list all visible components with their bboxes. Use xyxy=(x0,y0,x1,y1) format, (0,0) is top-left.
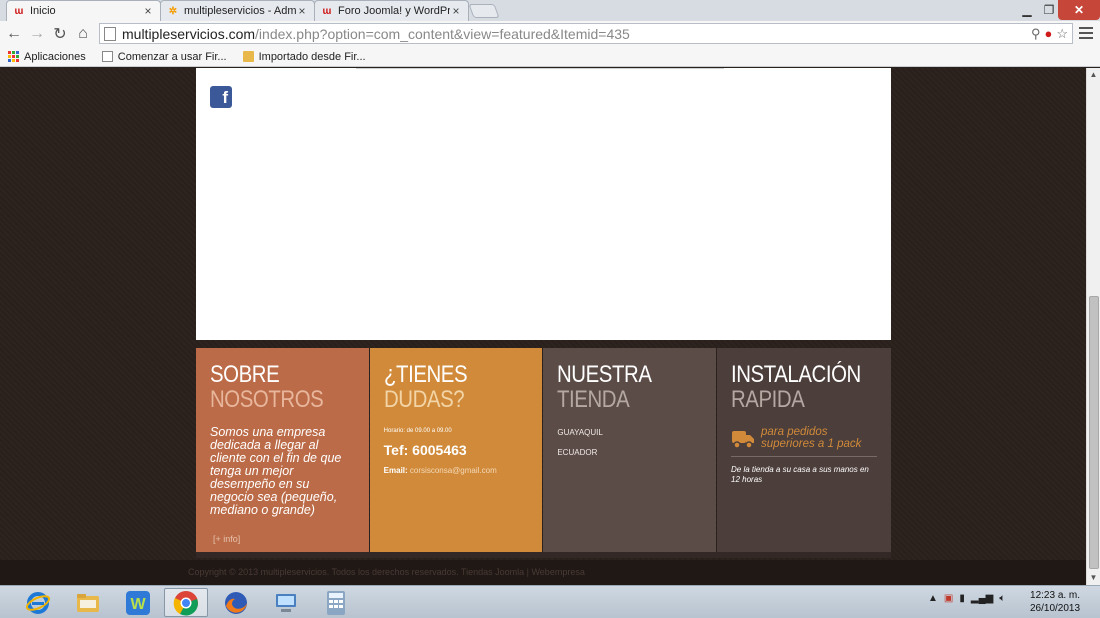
address-bar[interactable]: multipleservicios.com /index.php?option=… xyxy=(99,23,1073,44)
about-box: SOBRE NOSOTROS Somos una empresa dedicad… xyxy=(196,348,369,552)
system-clock[interactable]: 12:23 a. m. 26/10/2013 xyxy=(1030,589,1080,615)
bookmark-label: Comenzar a usar Fir... xyxy=(117,50,227,63)
volume-icon[interactable]: 🔈︎ xyxy=(999,593,1005,604)
file-explorer-icon[interactable] xyxy=(66,588,110,617)
bookmark-importado[interactable]: Importado desde Fir... xyxy=(242,50,366,63)
store-country: ECUADOR xyxy=(557,448,598,457)
system-tray: ▲ ▣ ▮ ▂▄▆ 🔈︎ xyxy=(928,593,1005,604)
tab-strip: ɯ Inicio × ✲ multipleservicios - Admin ×… xyxy=(0,0,1100,21)
install-title: INSTALACIÓN RAPIDA xyxy=(731,361,861,413)
delivery-note: De la tienda a su casa a sus manos en 12… xyxy=(731,465,869,484)
email-label: Email: xyxy=(383,466,408,475)
folder-icon xyxy=(242,51,254,62)
email-line: Email: corsisconsa@gmail.com xyxy=(384,466,529,475)
security-icon[interactable]: ▣ xyxy=(944,593,953,604)
svg-text:W: W xyxy=(130,596,146,613)
bookmark-star-icon[interactable]: ☆ xyxy=(1056,26,1068,42)
bookmark-apps[interactable]: Aplicaciones xyxy=(8,51,86,63)
window-close-icon[interactable]: ✕ xyxy=(1058,0,1100,20)
email-link[interactable]: corsisconsa@gmail.com xyxy=(410,466,497,475)
scroll-down-icon[interactable]: ▼ xyxy=(1087,571,1100,585)
questions-box: ¿TIENES DUDAS? Horario: de 09.00 a 09.00… xyxy=(369,348,543,552)
tab-title: Foro Joomla! y WordPress xyxy=(338,5,450,17)
footer-boxes: SOBRE NOSOTROS Somos una empresa dedicad… xyxy=(196,348,892,552)
url-path: /index.php?option=com_content&view=featu… xyxy=(255,25,630,42)
clock-time: 12:23 a. m. xyxy=(1030,590,1081,601)
page-icon xyxy=(104,26,116,41)
truck-icon xyxy=(732,431,755,449)
apps-grid-icon xyxy=(8,51,19,62)
joomla-favicon-icon: ✲ xyxy=(168,5,178,17)
delivery-row: para pedidos superiores a 1 pack xyxy=(731,426,877,450)
webmatrix-icon[interactable]: W xyxy=(116,588,160,617)
wifi-signal-icon[interactable]: ▂▄▆ xyxy=(971,593,993,604)
footer-shadow xyxy=(196,552,891,558)
main-content-area: f xyxy=(196,68,891,340)
install-box: INSTALACIÓN RAPIDA para pedidos superior… xyxy=(717,348,892,552)
phone-text: Tef: 6005463 xyxy=(383,442,467,458)
store-title: NUESTRA TIENDA xyxy=(557,361,652,413)
store-city: GUAYAQUIL xyxy=(557,428,603,437)
bookmarks-bar: Aplicaciones Comenzar a usar Fir... Impo… xyxy=(0,47,1100,67)
scroll-up-icon[interactable]: ▲ xyxy=(1087,68,1100,82)
tab-title: multipleservicios - Admin xyxy=(184,5,296,17)
divider xyxy=(731,456,878,457)
restore-icon[interactable]: ❐ xyxy=(1038,0,1060,20)
questions-title: ¿TIENES DUDAS? xyxy=(383,361,468,413)
tab-close-icon[interactable]: × xyxy=(296,4,308,18)
tab-close-icon[interactable]: × xyxy=(450,4,462,18)
home-icon[interactable]: ⌂ xyxy=(74,24,92,44)
facebook-icon[interactable]: f xyxy=(210,86,232,108)
reload-icon[interactable]: ↻ xyxy=(51,24,69,44)
menu-icon[interactable] xyxy=(1079,25,1093,41)
bookmark-label: Importado desde Fir... xyxy=(258,50,366,63)
calculator-icon[interactable] xyxy=(314,588,358,617)
more-info-link[interactable]: [+ info] xyxy=(213,534,240,544)
page-scrollbar[interactable]: ▲ ▼ xyxy=(1086,68,1100,585)
tab-inicio[interactable]: ɯ Inicio × xyxy=(6,0,161,21)
copyright-text: Copyright © 2013 multipleservicios. Todo… xyxy=(188,567,585,577)
forward-arrow-icon[interactable]: → xyxy=(28,24,46,44)
clock-date: 26/10/2013 xyxy=(1030,603,1081,614)
tab-favicon-icon: ɯ xyxy=(14,5,24,17)
new-tab-button[interactable] xyxy=(468,4,500,18)
tab-favicon-icon: ɯ xyxy=(322,5,332,17)
tray-expand-icon[interactable]: ▲ xyxy=(928,593,938,604)
hours-text: Horario: de 09.00 a 09.00 xyxy=(383,428,452,434)
copyright-bar: Copyright © 2013 multipleservicios. Todo… xyxy=(0,560,1086,585)
bookmark-comenzar[interactable]: Comenzar a usar Fir... xyxy=(101,50,227,63)
firefox-icon[interactable] xyxy=(214,588,258,617)
tab-close-icon[interactable]: × xyxy=(142,4,154,18)
search-icon[interactable]: ⚲ xyxy=(1031,26,1041,42)
battery-icon[interactable]: ▮ xyxy=(959,593,965,604)
back-arrow-icon[interactable]: ← xyxy=(5,24,23,44)
chrome-icon[interactable] xyxy=(164,588,208,617)
url-host: multipleservicios.com xyxy=(122,25,256,42)
document-icon xyxy=(101,51,113,62)
tab-admin[interactable]: ✲ multipleservicios - Admin × xyxy=(160,0,315,21)
delivery-text: para pedidos superiores a 1 pack xyxy=(761,426,862,450)
internet-explorer-icon[interactable] xyxy=(16,588,60,617)
divider xyxy=(356,68,724,69)
about-title: SOBRE NOSOTROS xyxy=(210,361,324,413)
remote-desktop-icon[interactable] xyxy=(264,588,308,617)
tab-foro[interactable]: ɯ Foro Joomla! y WordPress × xyxy=(314,0,469,21)
browser-toolbar: ← → ↻ ⌂ multipleservicios.com /index.php… xyxy=(0,21,1100,47)
minimize-icon[interactable]: ▁ xyxy=(1016,0,1038,20)
extension-icon[interactable]: ● xyxy=(1044,26,1052,42)
taskbar: W ▲ ▣ ▮ ▂▄▆ 🔈︎ 12:23 a. m. 26/10/2013 xyxy=(0,585,1100,618)
bookmark-label: Aplicaciones xyxy=(24,50,86,63)
page-viewport: f SOBRE NOSOTROS Somos una empresa dedic… xyxy=(0,68,1086,585)
about-text: Somos una empresa dedicada a llegar al c… xyxy=(210,425,342,517)
store-box: NUESTRA TIENDA GUAYAQUIL ECUADOR xyxy=(543,348,717,552)
scrollbar-thumb[interactable] xyxy=(1089,296,1099,569)
tab-title: Inicio xyxy=(30,5,56,17)
